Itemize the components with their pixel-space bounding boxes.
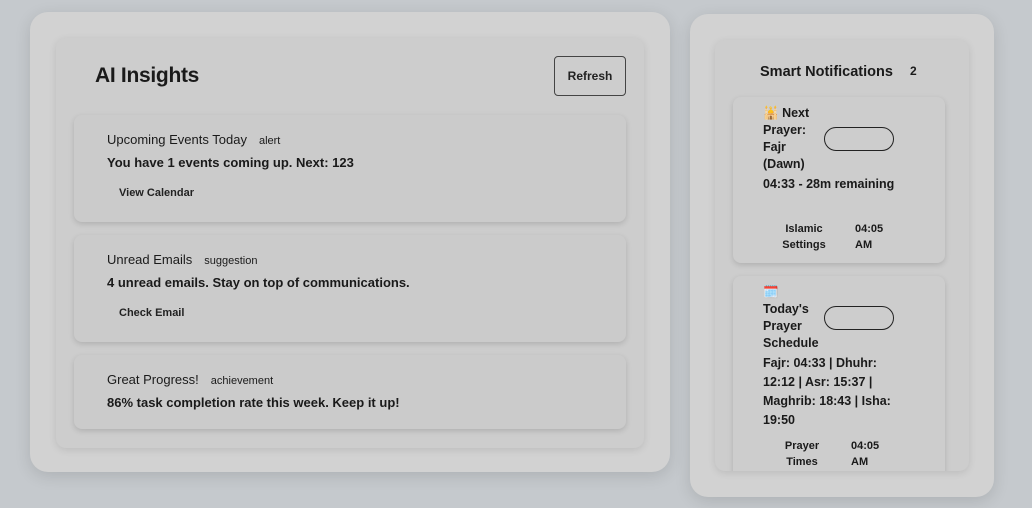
ai-insights-card: AI Insights Refresh Upcoming Events Toda… (56, 38, 644, 448)
notification-message: Fajr: 04:33 | Dhuhr: 12:12 | Asr: 15:37 … (763, 356, 891, 427)
insight-card: Upcoming Events Today alert You have 1 ev… (74, 115, 626, 222)
notification-time: 04:05 AM (851, 440, 880, 468)
insight-message: 4 unread emails. Stay on top of communic… (107, 275, 410, 290)
notifications-title: Smart Notifications (760, 64, 893, 80)
insight-tag: alert (258, 135, 281, 147)
calendar-icon: 🗓️ (763, 285, 779, 299)
notification-item: 🕌 Next Prayer: Fajr (Dawn) 04:33 - 28m r… (733, 97, 945, 263)
insight-message: You have 1 events coming up. Next: 123 (107, 155, 354, 170)
notification-source: Prayer Times (784, 440, 820, 468)
insight-message: 86% task completion rate this week. Keep… (107, 395, 400, 410)
smart-notifications-card: Smart Notifications 2 🕌 Next Prayer: Faj… (715, 40, 969, 471)
insight-title: Great Progress! (107, 372, 199, 387)
ai-insights-panel: AI Insights Refresh Upcoming Events Toda… (30, 12, 670, 472)
notification-item: 🗓️ Today's Prayer Schedule Fajr: 04:33 | … (733, 276, 945, 471)
notification-action-button[interactable] (824, 306, 894, 330)
refresh-button[interactable]: Refresh (554, 56, 626, 96)
insight-card: Unread Emails suggestion 4 unread emails.… (74, 235, 626, 342)
insight-title: Unread Emails (107, 252, 193, 267)
notification-count: 2 (910, 64, 917, 78)
ai-insights-title: AI Insights (95, 64, 200, 87)
smart-notifications-panel: Smart Notifications 2 🕌 Next Prayer: Faj… (690, 14, 994, 497)
notification-time: 04:05 AM (855, 223, 884, 251)
notification-message: 04:33 - 28m remaining (763, 177, 895, 191)
notification-action-button[interactable] (824, 127, 894, 151)
insight-tag: achievement (210, 375, 274, 387)
insight-tag: suggestion (204, 255, 258, 267)
mosque-icon: 🕌 (763, 106, 779, 120)
insight-title: Upcoming Events Today (107, 132, 247, 147)
check-email-button[interactable]: Check Email (119, 307, 184, 319)
notification-source: Islamic Settings (782, 223, 826, 251)
notification-title: Today's Prayer Schedule (763, 302, 819, 350)
insight-card: Great Progress! achievement 86% task comp… (74, 355, 626, 429)
view-calendar-button[interactable]: View Calendar (119, 187, 194, 199)
